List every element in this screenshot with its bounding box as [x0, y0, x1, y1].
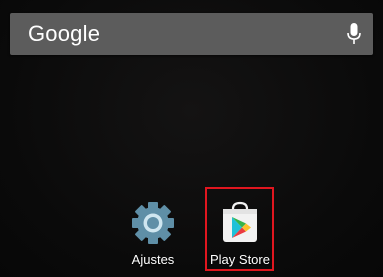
google-search-bar[interactable]: Google	[10, 13, 373, 55]
app-label-ajustes: Ajustes	[131, 252, 175, 267]
home-screen: Google Ajustes Play Store	[0, 0, 383, 277]
google-logo: Google	[28, 21, 101, 46]
app-ajustes[interactable]: Ajustes	[118, 190, 188, 270]
mic-icon[interactable]	[347, 23, 361, 45]
play-store-highlight-box	[205, 187, 274, 271]
settings-gear-icon	[130, 200, 176, 246]
